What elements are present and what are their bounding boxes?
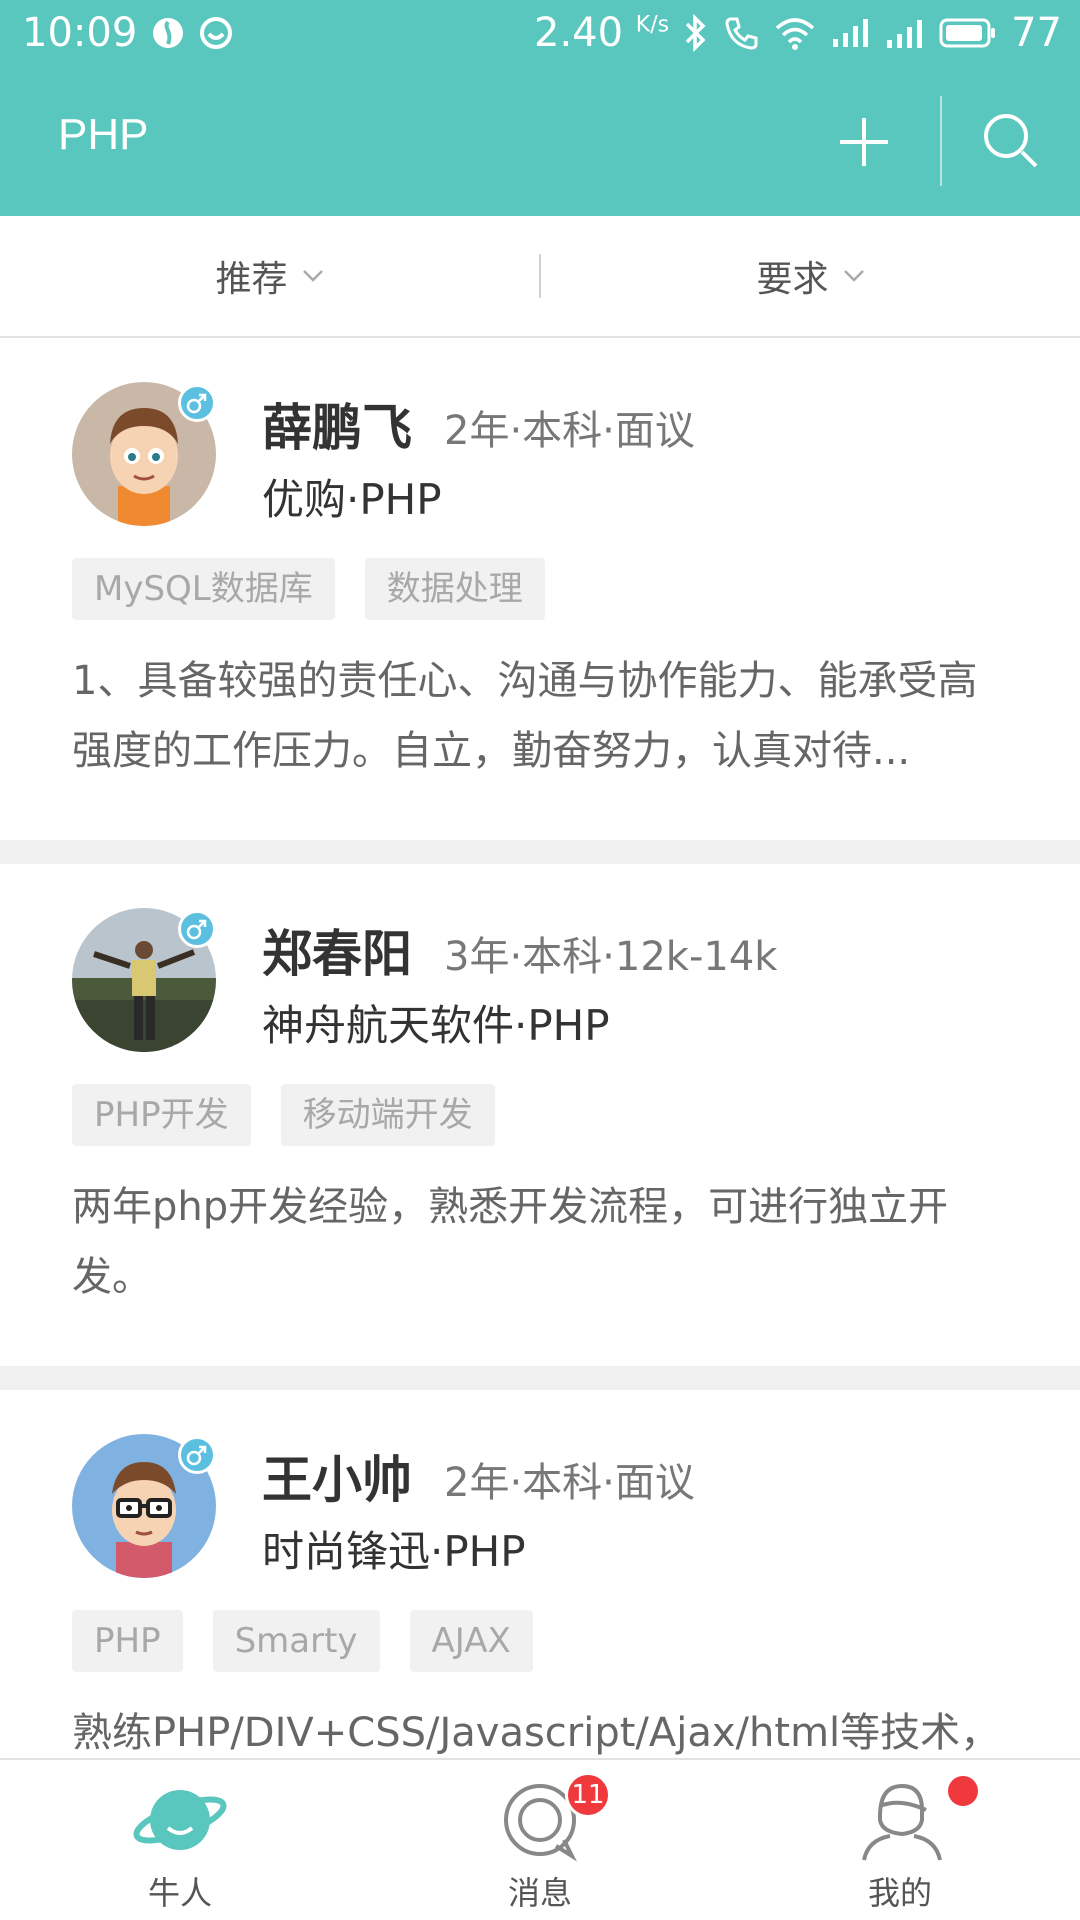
male-icon xyxy=(178,384,216,422)
candidate-name: 郑春阳 xyxy=(262,925,412,983)
search-icon xyxy=(984,114,1038,168)
profile-icon xyxy=(862,1783,942,1861)
skill-tag: PHP xyxy=(72,1610,183,1672)
card-separator xyxy=(0,840,1080,864)
candidate-meta: 2年·本科·面议 xyxy=(444,408,695,454)
call-icon xyxy=(723,15,759,51)
filter-label: 推荐 xyxy=(215,259,288,300)
candidate-card[interactable]: 王小帅 2年·本科·面议 时尚锋迅·PHP PHP Smarty AJAX 熟练… xyxy=(0,1390,1080,1760)
planet-icon xyxy=(133,1790,227,1850)
skill-tag: MySQL数据库 xyxy=(72,558,335,620)
bluetooth-icon xyxy=(683,14,709,52)
tab-label: 牛人 xyxy=(147,1874,212,1912)
skill-tag: PHP开发 xyxy=(72,1084,251,1146)
candidate-card[interactable]: 薛鹏飞 2年·本科·面议 优购·PHP MySQL数据库 数据处理 1、具备较强… xyxy=(0,338,1080,840)
battery-icon xyxy=(939,17,997,49)
male-icon xyxy=(178,910,216,948)
notification-dot xyxy=(948,1776,978,1806)
tab-talent[interactable]: 牛人 xyxy=(0,1760,360,1920)
skill-tag: AJAX xyxy=(409,1610,533,1672)
skill-tag: 移动端开发 xyxy=(280,1084,495,1146)
candidate-name: 薛鹏飞 xyxy=(262,399,412,457)
candidate-description: 两年php开发经验，熟悉开发流程，可进行独立开发。 xyxy=(72,1184,949,1300)
signal-4g-icon xyxy=(885,16,925,50)
tab-label: 消息 xyxy=(507,1874,572,1912)
skill-tags: PHP开发 移动端开发 xyxy=(72,1084,525,1146)
clock: 10:09 xyxy=(22,10,138,56)
notification-chat-icon xyxy=(199,16,233,50)
appbar-divider xyxy=(940,96,942,186)
network-speed: 2.40 K/s xyxy=(534,10,670,56)
signal-icon xyxy=(831,17,871,49)
tab-mine[interactable]: 我的 xyxy=(720,1760,1080,1920)
app-bar: PHP xyxy=(0,66,1080,216)
tab-messages[interactable]: 11 消息 xyxy=(360,1760,720,1920)
candidate-meta: 2年·本科·面议 xyxy=(444,1460,695,1506)
unread-badge: 11 xyxy=(565,1772,611,1818)
tab-label: 我的 xyxy=(867,1874,932,1912)
candidate-meta: 3年·本科·12k-14k xyxy=(444,934,778,980)
card-separator xyxy=(0,1366,1080,1390)
male-icon xyxy=(178,1436,216,1474)
candidate-card[interactable]: 郑春阳 3年·本科·12k-14k 神舟航天软件·PHP PHP开发 移动端开发… xyxy=(0,864,1080,1366)
bottom-tab-bar: 牛人 11 消息 我的 xyxy=(0,1758,1080,1920)
candidate-name: 王小帅 xyxy=(262,1451,412,1509)
battery-level: 77 xyxy=(1011,10,1062,56)
filter-requirements[interactable]: 要求 xyxy=(541,216,1080,336)
notification-app-icon xyxy=(151,16,185,50)
chevron-down-icon xyxy=(843,270,864,282)
candidate-description: 1、具备较强的责任心、沟通与协作能力、能承受高强度的工作压力。自立，勤奋努力，认… xyxy=(72,658,978,774)
candidate-list: 薛鹏飞 2年·本科·面议 优购·PHP MySQL数据库 数据处理 1、具备较强… xyxy=(0,338,1080,1760)
search-button[interactable] xyxy=(980,110,1044,174)
skill-tags: PHP Smarty AJAX xyxy=(72,1610,563,1672)
filter-label: 要求 xyxy=(756,259,829,300)
candidate-company: 时尚锋迅·PHP xyxy=(262,1527,526,1576)
filter-bar: 推荐 要求 xyxy=(0,216,1080,338)
filter-recommend[interactable]: 推荐 xyxy=(0,216,539,336)
candidate-company: 优购·PHP xyxy=(262,475,442,524)
candidate-company: 神舟航天软件·PHP xyxy=(262,1001,610,1050)
candidate-description: 熟练PHP/DIV+CSS/Javascript/Ajax/html等技术， xyxy=(72,1710,1001,1756)
skill-tags: MySQL数据库 数据处理 xyxy=(72,558,575,620)
skill-tag: Smarty xyxy=(212,1610,380,1672)
status-bar: 10:09 2.40 K/s 77 xyxy=(0,0,1080,66)
wifi-icon xyxy=(773,16,817,50)
add-button[interactable] xyxy=(836,114,892,170)
skill-tag: 数据处理 xyxy=(364,558,545,620)
plus-icon xyxy=(840,118,888,166)
page-title: PHP xyxy=(58,110,149,159)
chevron-down-icon xyxy=(302,270,323,282)
